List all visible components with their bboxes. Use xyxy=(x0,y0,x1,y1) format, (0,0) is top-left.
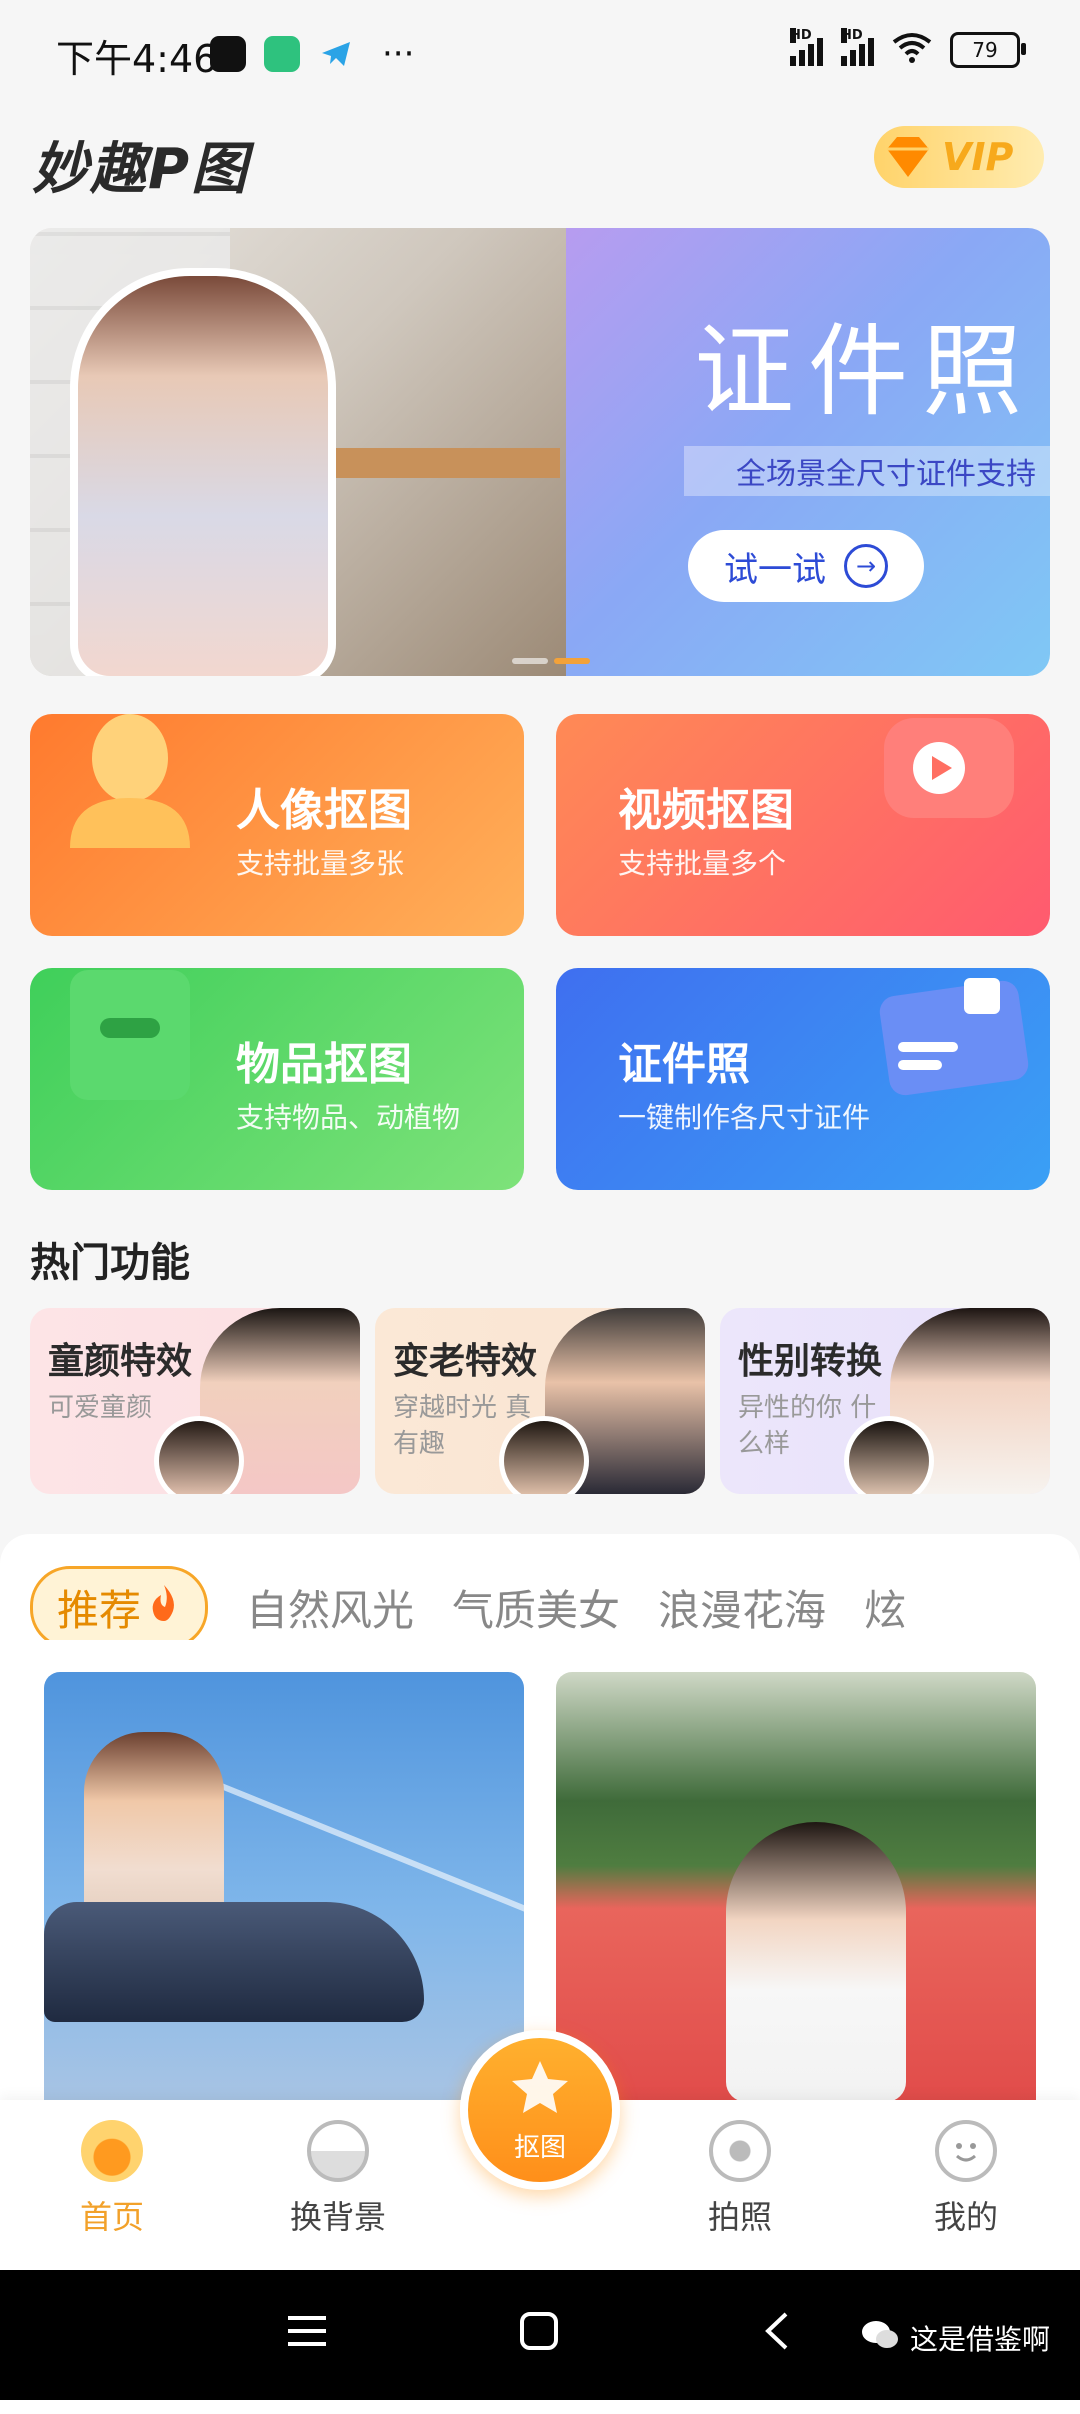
play-icon xyxy=(874,714,1024,842)
card-subtitle: 支持批量多张 xyxy=(236,847,405,880)
menu-icon[interactable] xyxy=(286,2310,328,2356)
vip-label: VIP xyxy=(942,135,1014,179)
camera-icon xyxy=(709,2120,771,2182)
home-icon xyxy=(81,2120,143,2182)
template-person xyxy=(726,1822,906,2102)
hot-card-subtitle: 穿越时光 真有趣 xyxy=(393,1393,532,1459)
status-time: 下午4:46 xyxy=(56,37,218,81)
star-icon xyxy=(508,2057,572,2121)
banner-pager xyxy=(512,658,590,664)
hot-card-title: 童颜特效 xyxy=(48,1341,193,1382)
fire-icon xyxy=(147,1583,181,1633)
child-face-effect-card[interactable]: 童颜特效 可爱童颜 xyxy=(30,1308,360,1494)
try-button[interactable]: 试一试 → xyxy=(688,530,924,602)
portrait-cutout-card[interactable]: 人像抠图 支持批量多张 xyxy=(30,714,524,936)
nav-change-background[interactable]: 换背景 xyxy=(258,2120,418,2238)
watermark-text: 这是借鉴啊 xyxy=(909,2323,1050,2356)
shield-app-icon xyxy=(264,36,300,72)
telegram-icon xyxy=(318,36,354,72)
wechat-icon xyxy=(860,2319,900,2358)
card-title: 证件照 xyxy=(618,1039,750,1090)
id-photo-card[interactable]: 证件照 一键制作各尺寸证件 xyxy=(556,968,1050,1190)
signal-icon-2: HD xyxy=(841,28,874,66)
status-right: HD HD 79 xyxy=(790,28,1026,68)
card-title: 视频抠图 xyxy=(618,785,794,836)
airplane-image xyxy=(44,1902,424,2022)
tab-recommend[interactable]: 推荐 xyxy=(30,1566,209,1640)
category-tabs-viewport: 推荐 自然风光 气质美女 浪漫花海 炫 xyxy=(0,1560,1060,1640)
template-card[interactable] xyxy=(556,1672,1036,2102)
card-title: 人像抠图 xyxy=(236,785,412,836)
card-title: 物品抠图 xyxy=(236,1039,412,1090)
banner-title: 证件照 xyxy=(694,313,1036,430)
tab-natural-scenery[interactable]: 自然风光 xyxy=(246,1577,414,1638)
nav-camera[interactable]: 拍照 xyxy=(660,2120,820,2238)
arrow-right-icon: → xyxy=(844,544,888,588)
card-subtitle: 一键制作各尺寸证件 xyxy=(618,1101,871,1134)
nav-cutout-button[interactable]: 抠图 xyxy=(460,2030,620,2190)
box-icon xyxy=(60,968,200,1114)
home-square-icon[interactable] xyxy=(518,2310,560,2356)
object-cutout-card[interactable]: 物品抠图 支持物品、动植物 xyxy=(30,968,524,1190)
capcut-icon xyxy=(210,36,246,72)
hot-card-title: 性别转换 xyxy=(738,1341,883,1382)
battery-icon: 79 xyxy=(950,32,1026,68)
try-button-label: 试一试 xyxy=(724,549,826,590)
tab-elegant-beauty[interactable]: 气质美女 xyxy=(452,1577,620,1638)
hot-section-title: 热门功能 xyxy=(30,1240,190,1286)
banner-photo xyxy=(30,228,566,676)
portrait-icon xyxy=(60,714,200,852)
tab-romantic-flowers[interactable]: 浪漫花海 xyxy=(658,1577,826,1638)
video-cutout-card[interactable]: 视频抠图 支持批量多个 xyxy=(556,714,1050,936)
app-logo: 妙趣P图 xyxy=(32,137,250,202)
smiley-icon xyxy=(935,2120,997,2182)
promo-banner[interactable]: 证件照 全场景全尺寸证件支持 试一试 → xyxy=(30,228,1050,676)
gender-swap-card[interactable]: 性别转换 异性的你 什么样 xyxy=(720,1308,1050,1494)
more-notifications-icon: ··· xyxy=(382,34,415,74)
nav-profile[interactable]: 我的 xyxy=(886,2120,1046,2238)
card-subtitle: 支持批量多个 xyxy=(618,847,787,880)
template-card[interactable] xyxy=(44,1672,524,2102)
category-tabs: 推荐 自然风光 气质美女 浪漫花海 炫 xyxy=(30,1566,906,1640)
status-bar: 下午4:46 ··· HD HD 79 xyxy=(0,0,1080,100)
hot-card-subtitle: 可爱童颜 xyxy=(48,1393,153,1423)
banner-subtitle: 全场景全尺寸证件支持 xyxy=(684,446,1050,496)
back-icon[interactable] xyxy=(756,2310,798,2356)
model-image xyxy=(70,268,336,676)
background-icon xyxy=(307,2120,369,2182)
hot-card-title: 变老特效 xyxy=(393,1341,538,1382)
watermark: 这是借鉴啊 xyxy=(860,2318,1050,2358)
aging-effect-card[interactable]: 变老特效 穿越时光 真有趣 xyxy=(375,1308,705,1494)
nav-home[interactable]: 首页 xyxy=(32,2120,192,2238)
vip-button[interactable]: VIP xyxy=(874,126,1044,188)
signal-icon: HD xyxy=(790,28,823,66)
tab-more[interactable]: 炫 xyxy=(864,1577,906,1638)
card-subtitle: 支持物品、动植物 xyxy=(236,1101,461,1134)
notification-icons: ··· xyxy=(210,34,414,74)
wifi-icon xyxy=(892,32,932,68)
diamond-icon xyxy=(880,129,936,185)
hot-card-subtitle: 异性的你 什么样 xyxy=(738,1393,877,1459)
id-card-icon xyxy=(874,968,1034,1112)
